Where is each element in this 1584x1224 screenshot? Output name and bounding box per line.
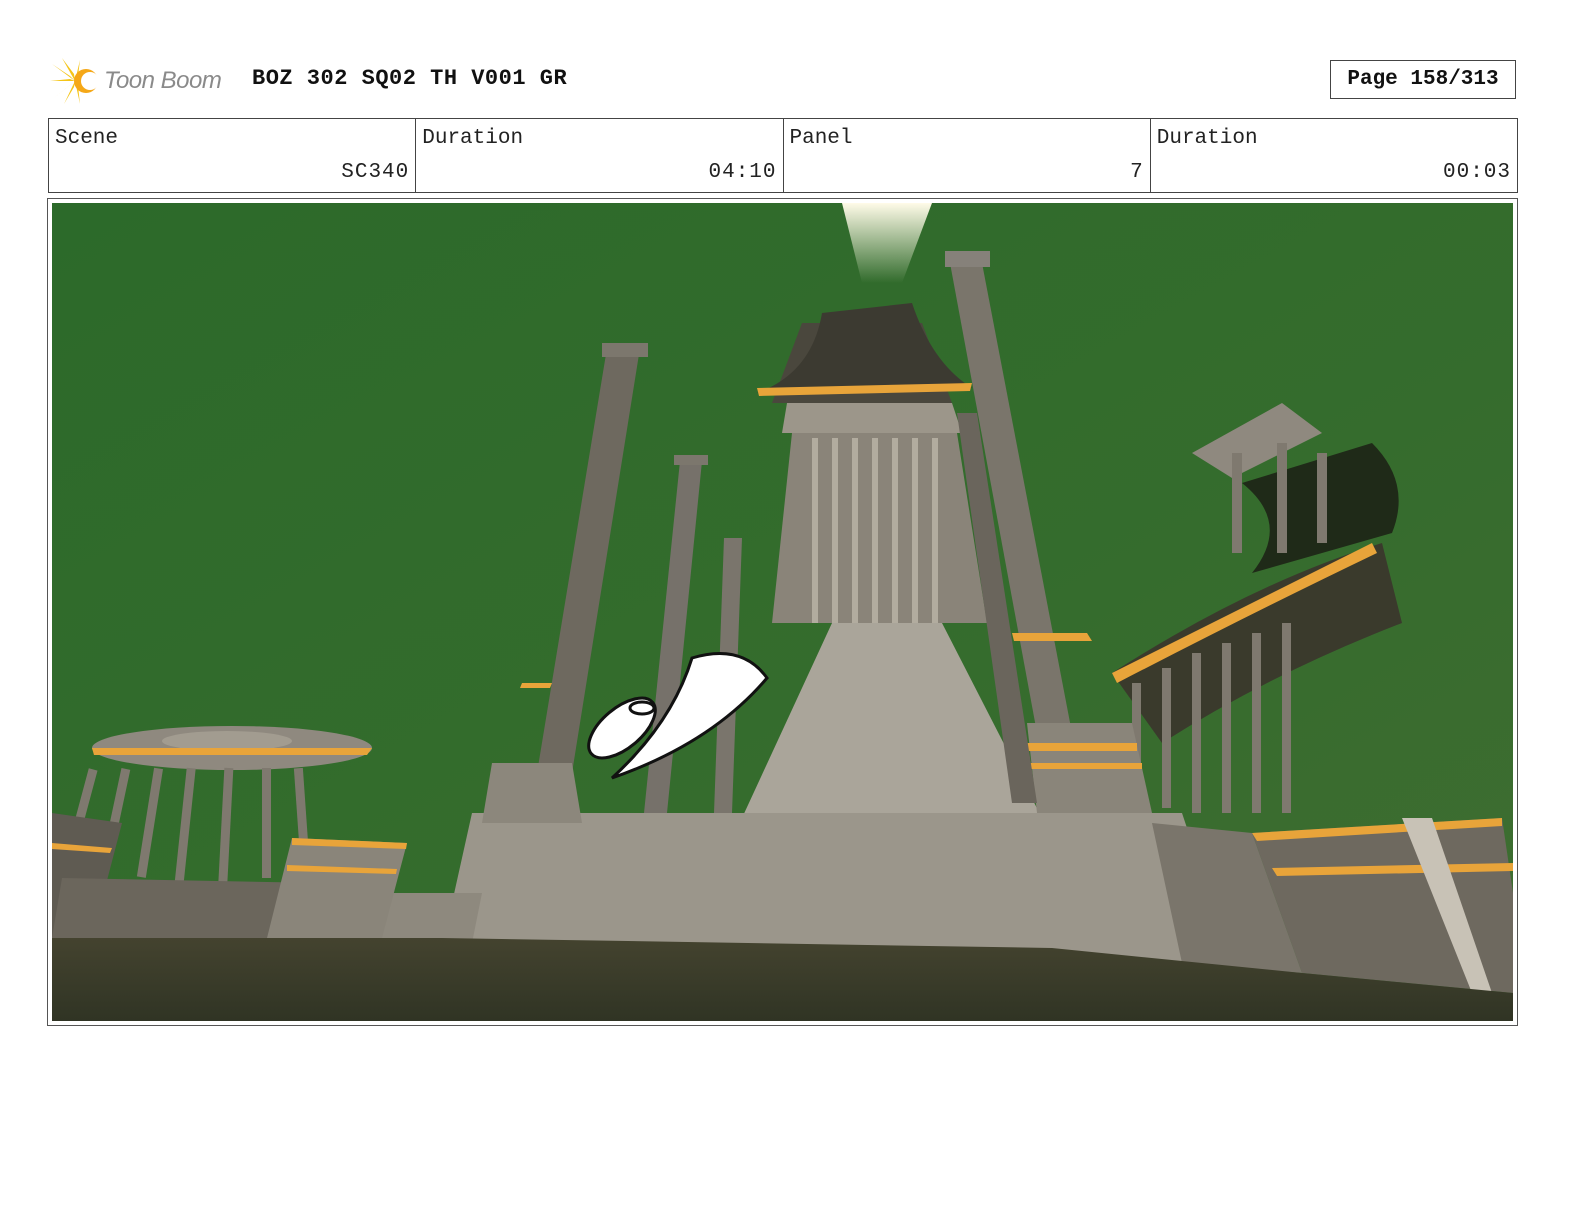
scene-label: Scene xyxy=(55,127,119,150)
panel-cell: Panel 7 xyxy=(784,119,1151,192)
page-number: Page 158/313 xyxy=(1330,60,1516,99)
scene-duration-value: 04:10 xyxy=(708,161,777,184)
logo-text: Toon Boom xyxy=(104,67,222,94)
scene-value: SC340 xyxy=(341,161,410,184)
panel-duration-value: 00:03 xyxy=(1442,161,1511,184)
panel-image xyxy=(52,203,1513,1021)
storyboard-title: BOZ 302 SQ02 TH V001 GR xyxy=(252,66,568,91)
panel-duration-label: Duration xyxy=(1156,127,1258,150)
toon-boom-logo: Toon Boom xyxy=(50,56,240,106)
panel-frame xyxy=(47,198,1518,1026)
panel-value: 7 xyxy=(1130,161,1144,184)
starburst-icon xyxy=(50,58,99,104)
scene-cell: Scene SC340 xyxy=(49,119,417,192)
panel-duration-cell: Duration 00:03 xyxy=(1151,119,1517,192)
panel-info-table: Scene SC340 Duration 04:10 Panel 7 Durat… xyxy=(48,118,1518,193)
panel-label: Panel xyxy=(789,127,853,150)
scene-duration-cell: Duration 04:10 xyxy=(416,119,784,192)
scene-duration-label: Duration xyxy=(422,127,524,150)
